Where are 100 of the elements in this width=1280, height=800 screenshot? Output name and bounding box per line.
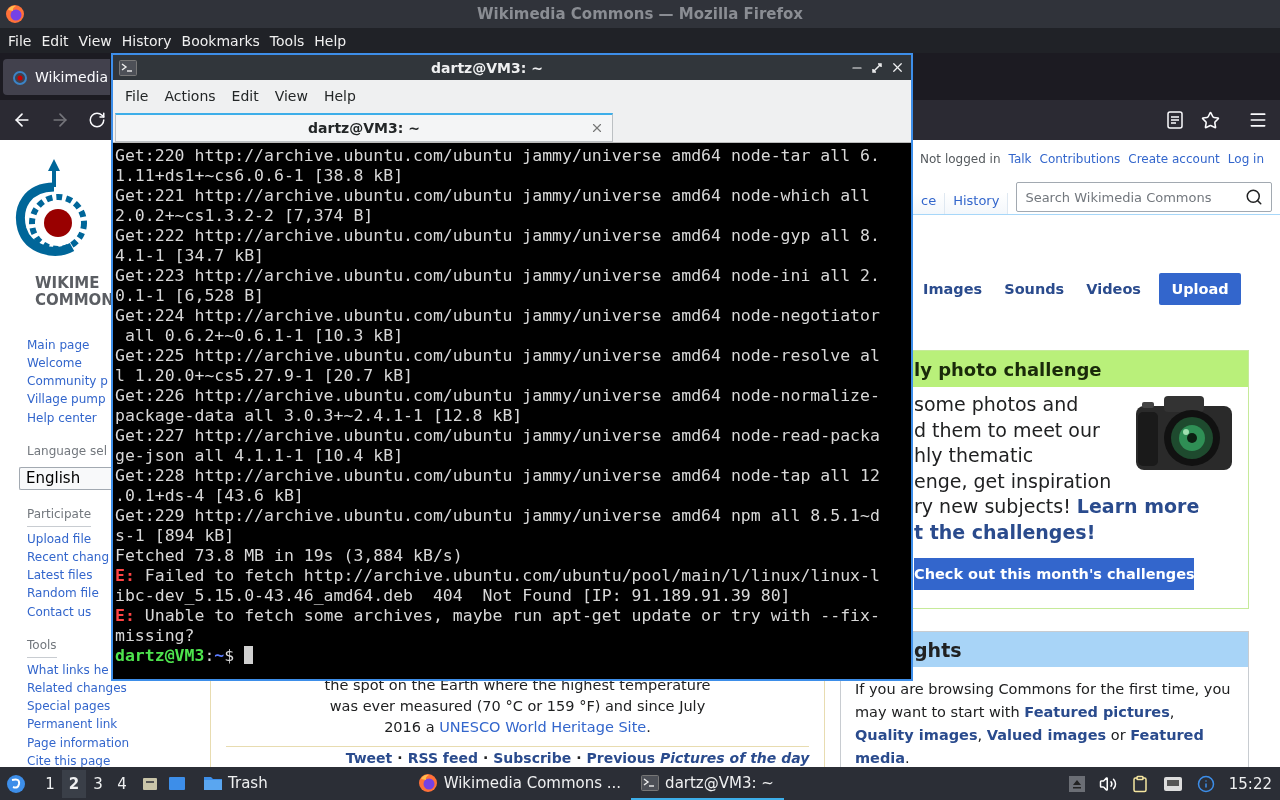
file-cabinet-icon[interactable] bbox=[142, 775, 158, 792]
terminal-icon bbox=[119, 59, 137, 76]
user-link[interactable]: Create account bbox=[1128, 150, 1220, 168]
terminal-line: Get:222 http://archive.ubuntu.com/ubuntu jammy/universe amd64 node-gyp all 8. bbox=[115, 226, 881, 246]
terminal-line: E: Unable to fetch some archives, maybe run apt-get update or try with --fix- bbox=[115, 606, 881, 626]
sidebar-link[interactable]: Upload file bbox=[27, 529, 92, 548]
terminal-line: 4.1-1 [34.7 kB] bbox=[115, 246, 265, 266]
upload-button[interactable]: Upload bbox=[1159, 273, 1241, 305]
close-icon[interactable] bbox=[890, 60, 905, 75]
sidebar-link[interactable]: Village pump bbox=[27, 390, 106, 409]
footer-link[interactable]: Subscribe bbox=[493, 750, 572, 767]
page-tab[interactable]: ce bbox=[913, 193, 946, 214]
media-link[interactable]: Sounds bbox=[1004, 281, 1065, 297]
terminal-line: Get:227 http://archive.ubuntu.com/ubuntu jammy/universe amd64 node-read-packa bbox=[115, 426, 881, 446]
sidebar-heading: Participate bbox=[27, 504, 91, 527]
media-link[interactable]: Videos bbox=[1086, 281, 1141, 297]
task-button[interactable]: Wikimedia Commons ... bbox=[407, 767, 632, 800]
challenge-text: some photos and bbox=[914, 392, 1080, 417]
menu-item[interactable]: View bbox=[266, 88, 316, 104]
sidebar-link[interactable]: Latest files bbox=[27, 566, 93, 585]
sidebar-link[interactable]: Related changes bbox=[27, 679, 127, 698]
page-tab[interactable]: History bbox=[945, 193, 1009, 214]
network-icon[interactable] bbox=[1162, 775, 1183, 792]
sidebar-link[interactable]: Help center bbox=[27, 408, 97, 427]
sidebar-link[interactable]: Recent chang bbox=[27, 547, 110, 567]
notification-icon[interactable] bbox=[1196, 774, 1215, 793]
terminal-tab[interactable]: dartz@VM3: ~ bbox=[115, 113, 613, 142]
terminal-line: missing? bbox=[115, 626, 196, 646]
language-select[interactable]: English bbox=[19, 466, 111, 490]
menu-item[interactable]: Edit bbox=[223, 88, 267, 104]
terminal-line: Get:220 http://archive.ubuntu.com/ubuntu jammy/universe amd64 node-tar all 6. bbox=[115, 146, 881, 166]
volume-icon[interactable] bbox=[1098, 774, 1117, 793]
start-menu-icon[interactable] bbox=[6, 773, 26, 794]
workspace-button[interactable]: 4 bbox=[110, 769, 134, 798]
terminal-line: 0.1-1 [6,528 B] bbox=[115, 286, 265, 306]
window-title: Wikimedia Commons — Mozilla Firefox bbox=[476, 5, 804, 23]
menu-item[interactable]: Help bbox=[315, 88, 364, 104]
menu-item[interactable]: View bbox=[73, 32, 117, 49]
task-button[interactable]: dartz@VM3: ~ bbox=[631, 767, 784, 800]
logo-text: COMMON bbox=[35, 291, 114, 309]
terminal-line: ibc-dev_5.15.0-43.46_amd64.deb 404 Not Found [IP: 91.189.91.39 80] bbox=[115, 586, 792, 606]
sidebar-link[interactable]: Permanent link bbox=[27, 715, 118, 734]
browser-tab[interactable]: Wikimedia bbox=[3, 58, 110, 95]
challenge-link[interactable]: t the challenges! bbox=[914, 519, 1248, 545]
footer-link[interactable]: Tweet bbox=[345, 750, 393, 767]
close-tab-icon[interactable] bbox=[590, 121, 604, 135]
desktop-icon[interactable] bbox=[168, 775, 186, 792]
sidebar-link[interactable]: Main page bbox=[27, 335, 90, 354]
firefox-logo-icon bbox=[5, 4, 25, 24]
sidebar-link[interactable]: What links he bbox=[27, 660, 109, 679]
reload-icon[interactable] bbox=[88, 111, 106, 129]
workspace-button[interactable]: 2 bbox=[62, 769, 86, 798]
terminal-line: Fetched 73.8 MB in 19s (3,884 kB/s) bbox=[115, 546, 464, 566]
sidebar-link[interactable]: Page information bbox=[27, 733, 130, 752]
footer-link[interactable]: Previous Pictures of the day bbox=[586, 750, 810, 767]
caption-text: was ever measured (70 °C or 159 °F) and since July bbox=[328, 697, 707, 716]
user-link[interactable]: Log in bbox=[1227, 150, 1264, 168]
workspace-button[interactable]: 3 bbox=[86, 769, 110, 798]
sidebar-link[interactable]: Cite this page bbox=[27, 751, 111, 767]
sidebar-heading: Tools bbox=[27, 635, 57, 658]
sidebar-link[interactable]: Welcome bbox=[27, 353, 82, 373]
terminal-line: 1.11+ds1+~cs6.0.6-1 [38.8 kB] bbox=[115, 166, 405, 186]
clipboard-icon[interactable] bbox=[1130, 774, 1149, 793]
bookmark-star-icon[interactable] bbox=[1201, 110, 1220, 130]
menu-item[interactable]: Tools bbox=[264, 32, 310, 49]
trash-launcher[interactable]: Trash bbox=[194, 767, 278, 800]
menu-item[interactable]: Help bbox=[309, 32, 352, 49]
user-link[interactable]: Talk bbox=[1008, 150, 1032, 168]
menu-item[interactable]: Actions bbox=[156, 88, 224, 104]
menu-item[interactable]: History bbox=[116, 32, 177, 49]
footer-link[interactable]: RSS feed bbox=[407, 750, 478, 767]
caption-link[interactable]: UNESCO World Heritage Site bbox=[439, 719, 647, 735]
menu-item[interactable]: File bbox=[3, 32, 37, 49]
challenge-text: ry new subjects! Learn more bbox=[914, 494, 1201, 519]
reader-view-icon[interactable] bbox=[1167, 111, 1183, 129]
menu-item[interactable]: File bbox=[117, 88, 157, 104]
user-link[interactable]: Contributions bbox=[1039, 150, 1121, 168]
sidebar-link[interactable]: Contact us bbox=[27, 602, 92, 621]
separator-text: · bbox=[576, 750, 582, 767]
sidebar-link[interactable]: Special pages bbox=[27, 697, 111, 716]
media-link[interactable]: Images bbox=[923, 281, 983, 297]
sidebar-link[interactable]: Community p bbox=[27, 372, 108, 391]
terminal-line: Get:229 http://archive.ubuntu.com/ubuntu jammy/universe amd64 npm all 8.5.1~d bbox=[115, 506, 881, 526]
challenges-button[interactable]: Check out this month's challenges bbox=[914, 558, 1194, 590]
terminal-title: dartz@VM3: ~ bbox=[430, 59, 544, 76]
workspace-button[interactable]: 1 bbox=[38, 769, 62, 798]
terminal-line: Get:226 http://archive.ubuntu.com/ubuntu jammy/universe amd64 node-normalize- bbox=[115, 386, 881, 406]
terminal-line: ge-json all 4.1.1-1 [10.4 kB] bbox=[115, 446, 405, 466]
clock-text: 15:22 bbox=[1228, 774, 1272, 793]
menu-icon[interactable] bbox=[1248, 110, 1268, 130]
terminal-line: l 1.20.0+~cs5.27.9-1 [20.7 kB] bbox=[115, 366, 414, 386]
sidebar-link[interactable]: Random file bbox=[27, 584, 99, 603]
maximize-icon[interactable] bbox=[870, 60, 884, 75]
search-icon[interactable] bbox=[1245, 188, 1264, 206]
terminal-line: Get:223 http://archive.ubuntu.com/ubuntu jammy/universe amd64 node-ini all 2. bbox=[115, 266, 881, 286]
challenge-text: enge, get inspiration bbox=[914, 468, 1113, 494]
eject-icon[interactable] bbox=[1068, 775, 1085, 792]
menu-item[interactable]: Bookmarks bbox=[176, 32, 265, 49]
menu-item[interactable]: Edit bbox=[36, 32, 74, 49]
search-field[interactable]: Search Wikimedia Commons bbox=[1016, 182, 1273, 212]
